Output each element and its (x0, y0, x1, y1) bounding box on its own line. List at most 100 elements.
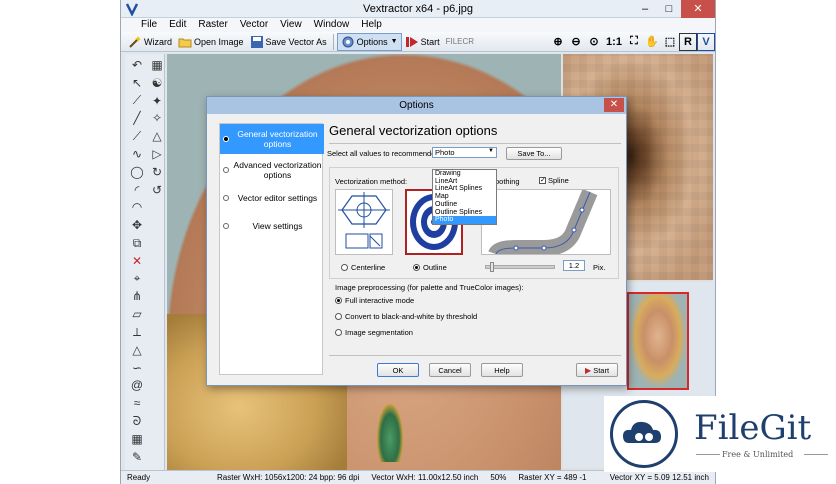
hand-icon[interactable]: ✋ (643, 33, 661, 51)
smoothing-slider[interactable] (485, 262, 555, 272)
zoom-in-icon[interactable]: ⊕ (549, 33, 567, 51)
curve-icon[interactable]: ∿ (129, 146, 145, 162)
dropdown-option[interactable]: Outline Splines (433, 209, 496, 217)
start-label: Start (420, 36, 440, 47)
preproc-bw-threshold[interactable]: Convert to black-and-white by threshold (335, 312, 477, 321)
logo-name: FileGit (694, 408, 812, 448)
raster-mode-icon[interactable]: R (679, 32, 697, 51)
dialog-title: Options (399, 100, 434, 111)
yin-yang-icon[interactable]: ☯ (149, 75, 165, 91)
status-raster-xy: Raster XY = 489 -1 (518, 473, 587, 482)
node-edit-icon[interactable]: ⟋ (129, 93, 145, 109)
start-button[interactable]: Start FILECR (402, 33, 477, 51)
cancel-button[interactable]: Cancel (429, 363, 471, 377)
options-dialog: Options ✕ General vectorization options … (206, 96, 627, 386)
palette-icon[interactable]: ▦ (149, 57, 165, 73)
line-icon[interactable]: ╱ (129, 110, 145, 126)
copy-icon[interactable]: ⧉ (129, 235, 145, 251)
wave-icon[interactable]: ≈ (129, 395, 145, 411)
minimize-button[interactable]: – (633, 0, 657, 18)
dropdown-option-selected[interactable]: Photo (433, 216, 496, 224)
status-ready: Ready (127, 473, 151, 482)
dropdown-option[interactable]: LineArt Splines (433, 185, 496, 193)
save-to-button[interactable]: Save To... (506, 147, 562, 160)
menu-raster[interactable]: Raster (192, 18, 233, 32)
pointer-icon[interactable]: ↖ (129, 75, 145, 91)
recommend-select[interactable]: Photo ▼ (432, 147, 497, 158)
status-vector-wxh: Vector WxH: 11.00x12.50 inch (371, 473, 479, 482)
fit-window-icon[interactable]: ⛶ (625, 33, 643, 51)
nav-advanced[interactable]: Advanced vectorization options (220, 156, 324, 184)
menu-window[interactable]: Window (308, 18, 356, 32)
zoom-fit-icon[interactable]: ⊙ (585, 33, 603, 51)
slider-thumb[interactable] (490, 262, 494, 272)
help-button[interactable]: Help (481, 363, 523, 377)
recommend-dropdown-list[interactable]: Drawing LineArt LineArt Splines Map Outl… (432, 169, 497, 225)
dropdown-option[interactable]: Outline (433, 201, 496, 209)
dialog-start-button[interactable]: ▶ Start (576, 363, 618, 377)
delete-icon[interactable]: ✕ (129, 253, 145, 269)
rotate-90-icon[interactable]: ↻ (149, 164, 165, 180)
undo-icon[interactable]: ↶ (129, 57, 145, 73)
wizard-button[interactable]: Wizard (125, 33, 175, 51)
dialog-close-button[interactable]: ✕ (604, 98, 624, 112)
measure-icon[interactable]: △ (129, 342, 145, 358)
curl-icon[interactable]: ᘐ (129, 413, 145, 429)
nav-vector-editor[interactable]: Vector editor settings (220, 188, 324, 208)
preproc-segmentation[interactable]: Image segmentation (335, 328, 413, 337)
menu-view[interactable]: View (274, 18, 308, 32)
magic-wand-icon[interactable]: ✦ (149, 93, 165, 109)
spiral-icon[interactable]: @ (129, 377, 145, 393)
menu-help[interactable]: Help (355, 18, 388, 32)
rotate-back-icon[interactable]: ↺ (149, 182, 165, 198)
dropdown-option[interactable]: Drawing (433, 170, 496, 178)
sharp-icon[interactable]: ⟂ (129, 324, 145, 340)
options-button[interactable]: Options ▼ (336, 32, 402, 51)
menu-edit[interactable]: Edit (163, 18, 192, 32)
eyedropper-icon[interactable]: ✎ (129, 449, 145, 465)
save-icon (250, 35, 263, 48)
menu-vector[interactable]: Vector (234, 18, 274, 32)
triangle-icon[interactable]: △ (149, 128, 165, 144)
outline-radio[interactable]: Outline (413, 263, 447, 272)
wizard-icon (129, 35, 141, 48)
join-icon[interactable]: ⋔ (129, 288, 145, 304)
nav-view[interactable]: View settings (220, 216, 324, 236)
centerline-preview[interactable] (335, 189, 393, 255)
menu-file[interactable]: File (135, 18, 163, 32)
maximize-button[interactable]: □ (657, 0, 681, 18)
split-icon[interactable]: ⌖ (129, 271, 145, 287)
circle-icon[interactable]: ◯ (129, 164, 145, 180)
dropdown-option[interactable]: Map (433, 193, 496, 201)
preproc-full-interactive[interactable]: Full interactive mode (335, 296, 414, 305)
vector-mode-icon[interactable]: V (697, 32, 715, 51)
eraser-icon[interactable]: ▱ (129, 306, 145, 322)
fill-icon[interactable]: ▷ (149, 146, 165, 162)
wand-icon[interactable]: ✧ (149, 110, 165, 126)
spline-value-input[interactable]: 1.2 (563, 260, 585, 271)
save-vector-as-button[interactable]: Save Vector As (247, 33, 330, 51)
options-heading: General vectorization options (329, 123, 498, 138)
navigator-thumbnail[interactable] (627, 292, 689, 390)
spline-preview[interactable] (481, 188, 611, 259)
select-icon[interactable]: ⬚ (661, 33, 679, 51)
nav-advanced-label: Advanced vectorization options (233, 160, 322, 180)
move-icon[interactable]: ✥ (129, 217, 145, 233)
ok-button[interactable]: OK (377, 363, 419, 377)
watermark-text: FILECR (445, 37, 475, 46)
nav-radio (223, 223, 229, 229)
zoom-out-icon[interactable]: ⊖ (567, 33, 585, 51)
polyline-icon[interactable]: ⟋ (129, 128, 145, 144)
zoom-ratio-button[interactable]: 1:1 (603, 33, 625, 51)
nav-general[interactable]: General vectorization options (220, 124, 324, 154)
menu-bar: File Edit Raster Vector View Window Help (121, 18, 715, 32)
grid-icon[interactable]: ▦ (129, 431, 145, 447)
arc-icon[interactable]: ◜ (129, 182, 145, 198)
open-image-button[interactable]: Open Image (175, 33, 247, 51)
smooth-icon[interactable]: ∽ (129, 360, 145, 376)
dropdown-option[interactable]: LineArt (433, 178, 496, 186)
rainbow-icon[interactable]: ◠ (129, 199, 145, 215)
close-button[interactable]: ✕ (681, 0, 715, 18)
centerline-radio[interactable]: Centerline (341, 263, 385, 272)
spline-checkbox[interactable]: ✓ Spline (539, 176, 569, 185)
